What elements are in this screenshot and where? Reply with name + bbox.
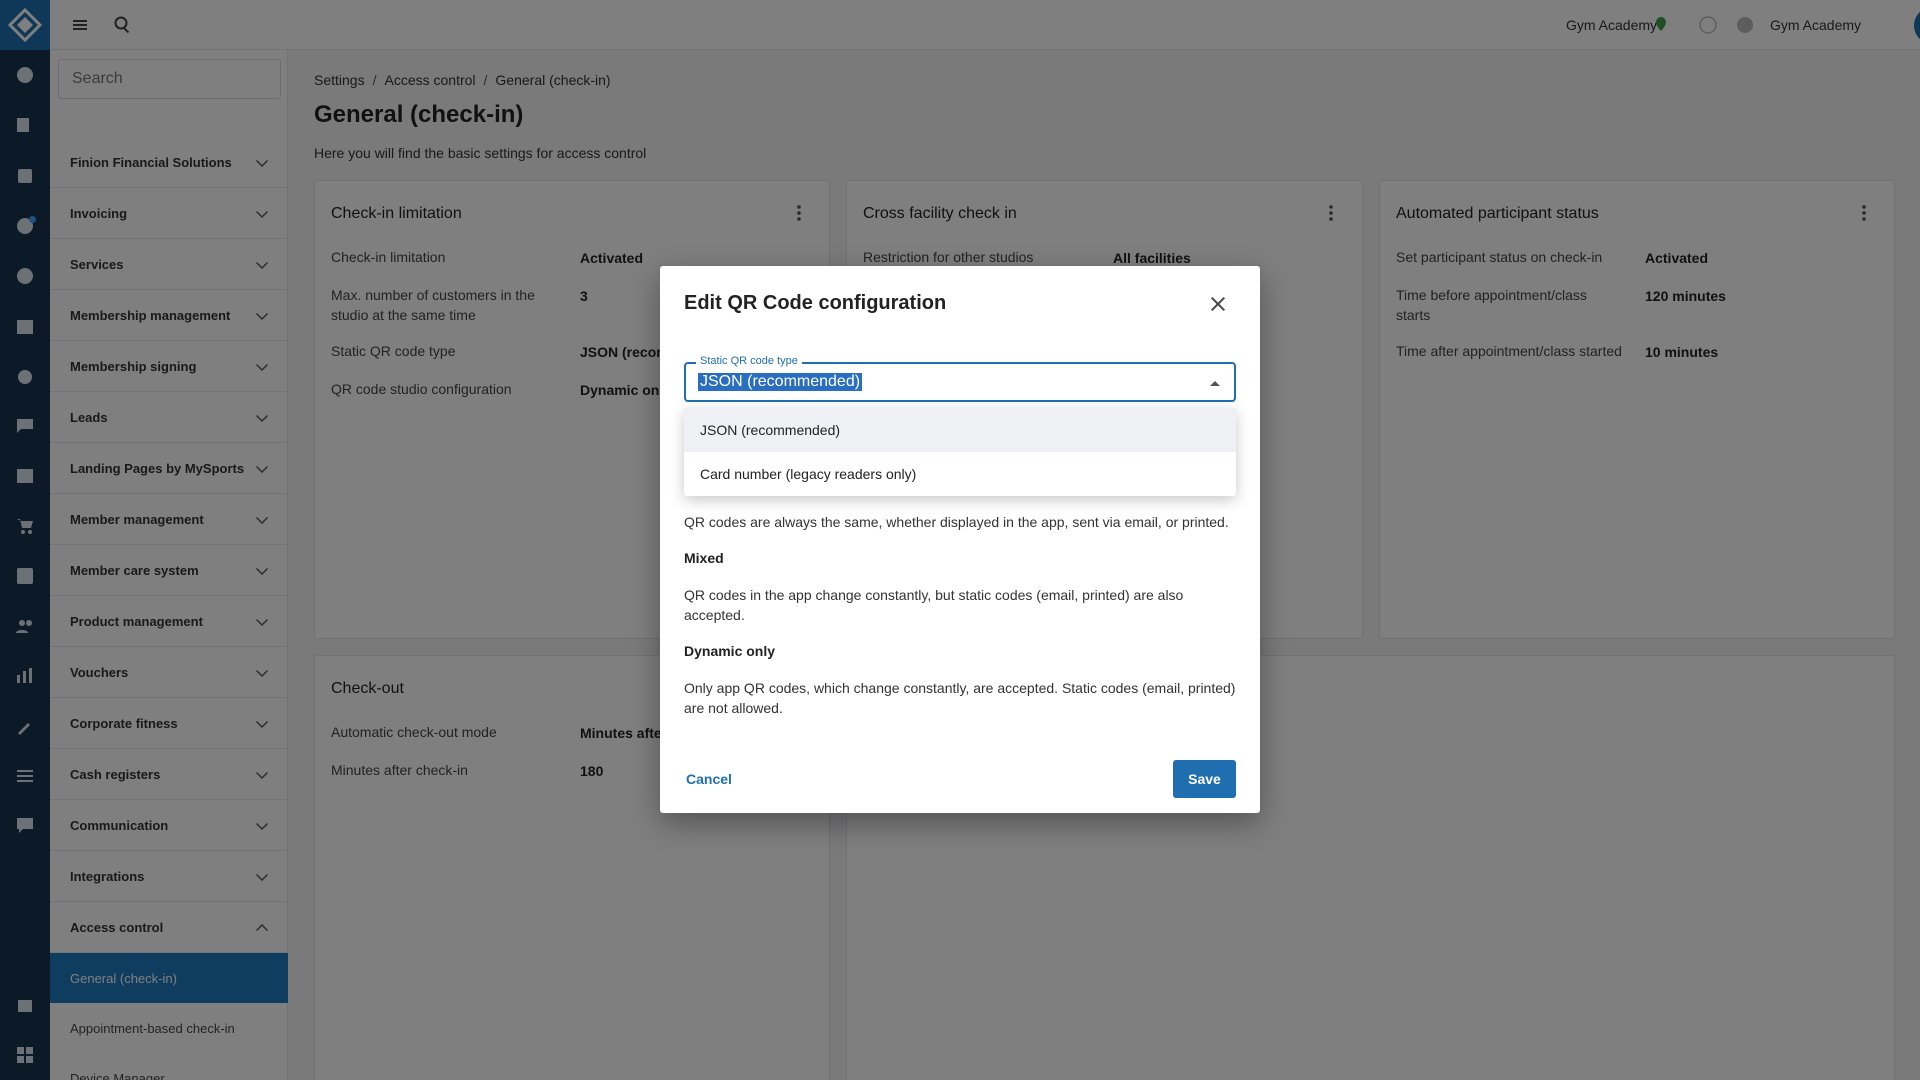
static-qr-type-select[interactable]: Static QR code type JSON (recommended) — [684, 355, 1236, 402]
dialog-title: Edit QR Code configuration — [684, 292, 947, 314]
select-label: Static QR code type — [696, 355, 802, 367]
mixed-heading: Mixed — [684, 550, 724, 566]
cancel-button[interactable]: Cancel — [686, 771, 732, 787]
option-json[interactable]: JSON (recommended) — [684, 408, 1236, 452]
edit-qr-dialog: Edit QR Code configuration Static QR cod… — [660, 266, 1260, 813]
select-dropdown: JSON (recommended) Card number (legacy r… — [684, 408, 1236, 496]
dynamic-heading: Dynamic only — [684, 643, 776, 659]
save-button[interactable]: Save — [1173, 760, 1236, 798]
option-card-number[interactable]: Card number (legacy readers only) — [684, 452, 1236, 496]
chevron-up-icon[interactable] — [1208, 376, 1222, 390]
mixed-description: QR codes in the app change constantly, b… — [684, 587, 1184, 623]
dynamic-description: Only app QR codes, which change constant… — [684, 680, 1236, 716]
close-icon[interactable] — [1206, 292, 1230, 316]
select-value: JSON (recommended) — [698, 373, 863, 391]
static-description: QR codes are always the same, whether di… — [684, 514, 1229, 530]
